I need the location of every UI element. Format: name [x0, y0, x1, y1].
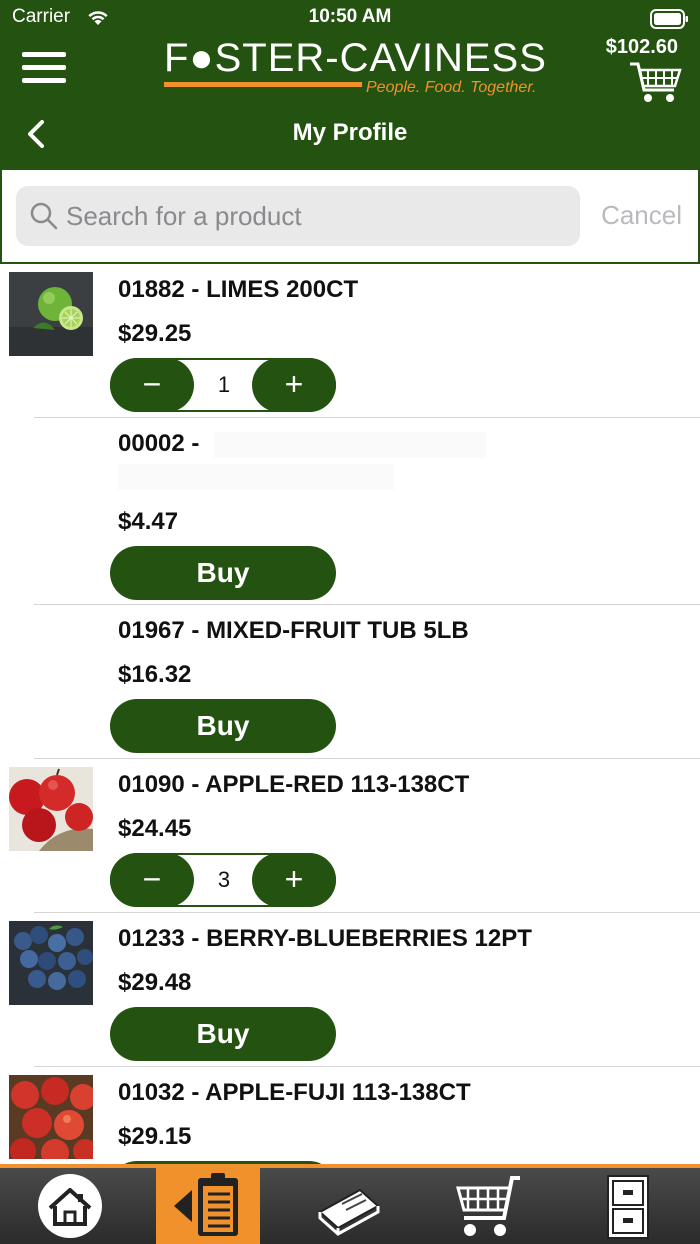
- menu-bar: [22, 78, 66, 83]
- catalog-book-icon: [318, 1188, 380, 1236]
- product-name: 01882 - LIMES 200CT: [118, 276, 359, 303]
- order-guide-icon: [174, 1173, 238, 1236]
- hamburger-menu-button[interactable]: [22, 52, 66, 84]
- search-icon: [30, 202, 58, 235]
- product-name: 00002 -: [118, 430, 200, 457]
- status-bar: Carrier 10:50 AM: [0, 6, 700, 32]
- product-name-blank: [118, 464, 394, 490]
- product-name: 01233 - BERRY-BLUEBERRIES 12PT: [118, 925, 532, 952]
- tab-account[interactable]: [570, 1168, 674, 1244]
- quantity-stepper: − 1 +: [110, 358, 336, 412]
- logo-underline: [164, 82, 362, 87]
- product-price: $4.47: [118, 508, 179, 535]
- product-price: $24.45: [118, 815, 192, 842]
- clock: 10:50 AM: [308, 6, 392, 27]
- product-price: $29.25: [118, 320, 192, 347]
- list-item[interactable]: 01233 - BERRY-BLUEBERRIES 12PT $29.48 Bu…: [0, 913, 700, 1067]
- battery-icon: [650, 9, 690, 35]
- product-price: $16.32: [118, 661, 192, 688]
- product-name: 01967 - MIXED-FRUIT TUB 5LB: [118, 617, 469, 644]
- quantity-value[interactable]: 3: [194, 855, 254, 905]
- buy-button[interactable]: Buy: [110, 546, 336, 600]
- filing-cabinet-icon: [607, 1175, 649, 1239]
- tab-home[interactable]: [18, 1168, 122, 1244]
- tab-catalog[interactable]: [296, 1168, 400, 1244]
- search-bar: Cancel: [0, 170, 700, 264]
- buy-button[interactable]: Buy: [110, 699, 336, 753]
- increment-button[interactable]: +: [252, 358, 336, 412]
- cart-icon: [456, 1176, 520, 1236]
- menu-bar: [22, 65, 66, 70]
- product-price: $29.15: [118, 1123, 192, 1150]
- increment-button[interactable]: +: [252, 853, 336, 907]
- list-item[interactable]: 01090 - APPLE-RED 113-138CT $24.45 − 3 +: [0, 759, 700, 913]
- product-name-blank: [214, 432, 486, 458]
- menu-bar: [22, 52, 66, 57]
- brand-logo: F●STER-CAVINESS People. Food. Together.: [164, 36, 547, 102]
- list-item[interactable]: 01882 - LIMES 200CT $29.25 − 1 +: [0, 264, 700, 418]
- product-name: 01090 - APPLE-RED 113-138CT: [118, 771, 470, 798]
- bottom-tab-bar: [0, 1164, 700, 1244]
- list-item[interactable]: 01967 - MIXED-FRUIT TUB 5LB $16.32 Buy: [0, 605, 700, 759]
- product-image-limes: [9, 272, 93, 356]
- list-item[interactable]: 01032 - APPLE-FUJI 113-138CT $29.15: [0, 1067, 700, 1164]
- app-header: Carrier 10:50 AM F●STER-CAVINESS People.…: [0, 0, 700, 170]
- product-image-blueberries: [9, 921, 93, 1005]
- tab-cart[interactable]: [436, 1168, 540, 1244]
- search-input[interactable]: [66, 196, 566, 236]
- quantity-stepper: − 3 +: [110, 853, 336, 907]
- cart-total: $102.60: [605, 36, 678, 58]
- brand-tagline: People. Food. Together.: [366, 79, 537, 96]
- brand-wordmark: F●STER-CAVINESS: [164, 36, 547, 80]
- page-title: My Profile: [292, 119, 408, 146]
- product-price: $29.48: [118, 969, 192, 996]
- product-image-fuji-apples: [9, 1075, 93, 1159]
- home-icon: [38, 1174, 102, 1238]
- search-field-container: [16, 186, 580, 246]
- list-item[interactable]: 00002 - $4.47 Buy: [0, 418, 700, 605]
- product-image-red-apples: [9, 767, 93, 851]
- header-cart-icon[interactable]: [628, 60, 684, 104]
- quantity-value[interactable]: 1: [194, 360, 254, 410]
- cancel-button[interactable]: Cancel: [601, 200, 682, 231]
- tab-order-guide[interactable]: [156, 1168, 260, 1244]
- decrement-button[interactable]: −: [110, 853, 194, 907]
- decrement-button[interactable]: −: [110, 358, 194, 412]
- product-list: 01882 - LIMES 200CT $29.25 − 1 + 00002 -…: [0, 264, 700, 1164]
- buy-button[interactable]: Buy: [110, 1007, 336, 1061]
- product-name: 01032 - APPLE-FUJI 113-138CT: [118, 1079, 471, 1106]
